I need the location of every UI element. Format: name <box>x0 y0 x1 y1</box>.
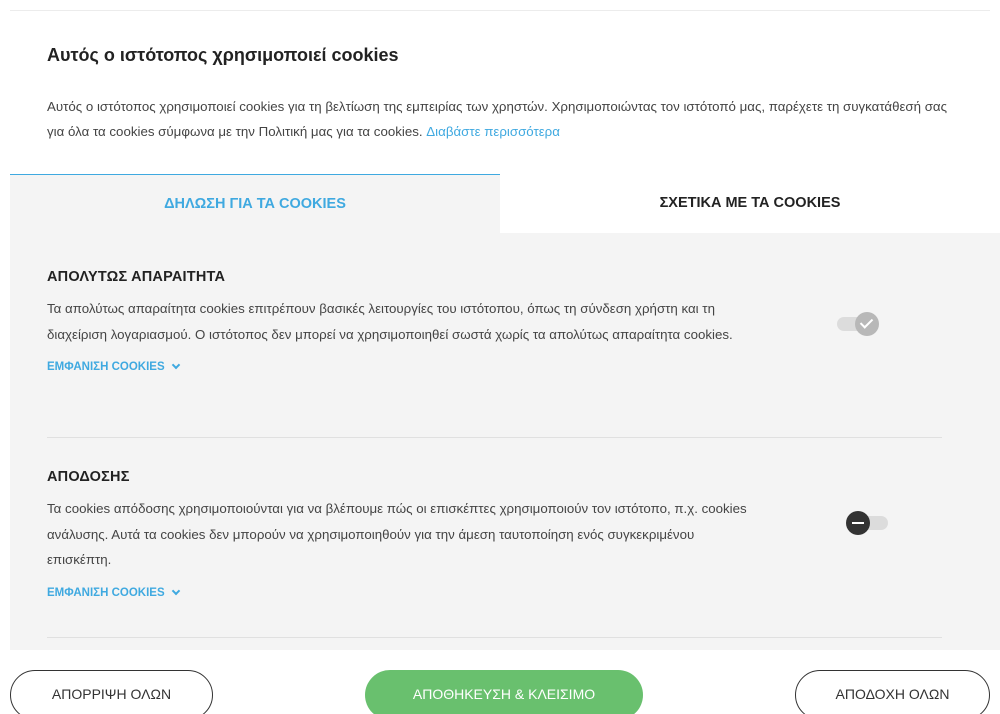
footer-bar: ΑΠΟΡΡΙΨΗ ΟΛΩΝ ΑΠΟΘΗΚΕΥΣΗ & ΚΛΕΙΣΙΜΟ ΑΠΟΔ… <box>0 650 1000 714</box>
tab-bar: ΔΗΛΩΣΗ ΓΙΑ ΤΑ COOKIES ΣΧΕΤΙΚΑ ΜΕ ΤΑ COOK… <box>10 174 1000 234</box>
banner-title: Αυτός ο ιστότοπος χρησιμοποιεί cookies <box>47 45 399 65</box>
section-description: Τα cookies απόδοσης χρησιμοποιούνται για… <box>47 501 747 567</box>
performance-toggle[interactable] <box>846 511 890 535</box>
section-description: Τα απολύτως απαραίτητα cookies επιτρέπου… <box>47 301 733 342</box>
section-title: ΑΠΟΛΥΤΩΣ ΑΠΑΡΑΙΤΗΤΑ <box>47 269 226 285</box>
minus-icon <box>846 511 870 535</box>
tab-about-cookies[interactable]: ΣΧΕΤΙΚΑ ΜΕ ΤΑ COOKIES <box>500 174 1000 234</box>
show-cookies-label: ΕΜΦΑΝΙΣΗ COOKIES <box>47 586 165 599</box>
show-cookies-label: ΕΜΦΑΝΙΣΗ COOKIES <box>47 361 165 373</box>
section-divider <box>47 437 942 438</box>
checkmark-icon <box>855 312 879 336</box>
show-cookies-link[interactable]: ΕΜΦΑΝΙΣΗ COOKIES <box>47 360 180 373</box>
show-cookies-link[interactable]: ΕΜΦΑΝΙΣΗ COOKIES <box>47 586 180 599</box>
strictly-necessary-toggle[interactable] <box>835 312 879 336</box>
chevron-down-icon <box>171 586 180 595</box>
section-performance: ΑΠΟΔΟΣΗΣ Τα cookies απόδοσης χρησιμοποιο… <box>47 469 942 601</box>
top-divider <box>10 10 990 11</box>
read-more-link[interactable]: Διαβάστε περισσότερα <box>426 124 560 139</box>
reject-all-button[interactable]: ΑΠΟΡΡΙΨΗ ΟΛΩΝ <box>10 670 213 714</box>
section-strictly-necessary: ΑΠΟΛΥΤΩΣ ΑΠΑΡΑΙΤΗΤΑ Τα απολύτως απαραίτη… <box>47 269 942 375</box>
banner-text: Αυτός ο ιστότοπος χρησιμοποιεί cookies γ… <box>47 94 947 144</box>
section-title: ΑΠΟΔΟΣΗΣ <box>47 469 130 485</box>
accept-all-button[interactable]: ΑΠΟΔΟΧΗ ΟΛΩΝ <box>795 670 990 714</box>
tab-cookie-declaration[interactable]: ΔΗΛΩΣΗ ΓΙΑ ΤΑ COOKIES <box>10 174 500 234</box>
chevron-down-icon <box>171 360 180 370</box>
section-divider <box>47 637 942 638</box>
save-and-close-button[interactable]: ΑΠΟΘΗΚΕΥΣΗ & ΚΛΕΙΣΙΜΟ <box>365 670 643 714</box>
cookie-panel: ΑΠΟΛΥΤΩΣ ΑΠΑΡΑΙΤΗΤΑ Τα απολύτως απαραίτη… <box>10 233 1000 650</box>
